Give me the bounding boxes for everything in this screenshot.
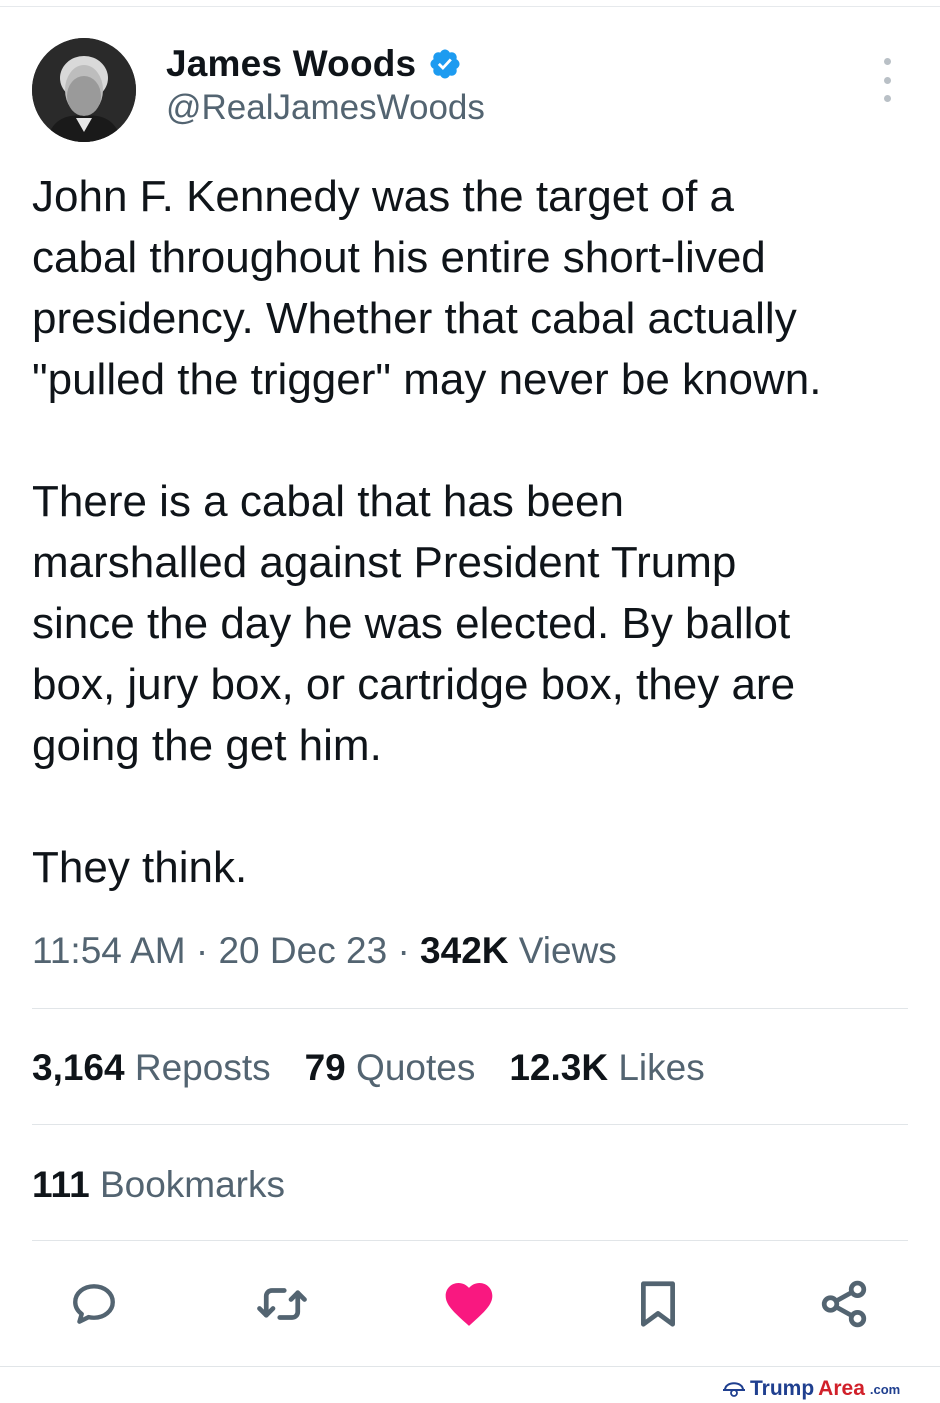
like-icon[interactable]	[441, 1276, 497, 1332]
bookmarks-count: 111	[32, 1164, 90, 1205]
tweet-meta: 11:54 AM · 20 Dec 23 · 342K Views	[32, 930, 617, 972]
top-divider	[0, 6, 940, 7]
tweet-time[interactable]: 11:54 AM	[32, 930, 186, 971]
avatar[interactable]	[32, 38, 136, 142]
verified-badge-icon	[428, 47, 462, 81]
watermark-brand-part2: Area	[818, 1377, 865, 1400]
views-label: Views	[518, 930, 617, 971]
tweet-text: John F. Kennedy was the target of a caba…	[32, 172, 822, 892]
likes-count: 12.3K	[509, 1047, 609, 1088]
watermark-hat-icon	[722, 1375, 746, 1403]
reposts-stat[interactable]: 3,164 Reposts	[32, 1047, 271, 1089]
author-name-row: James Woods	[166, 40, 462, 88]
quotes-label: Quotes	[356, 1047, 476, 1088]
watermark-logo: Trump Area .com	[722, 1377, 900, 1401]
quotes-count: 79	[304, 1047, 346, 1088]
likes-label: Likes	[618, 1047, 705, 1088]
bookmarks-stat[interactable]: 111 Bookmarks	[32, 1164, 285, 1206]
bottom-divider	[0, 1366, 940, 1367]
divider	[32, 1008, 908, 1009]
reposts-label: Reposts	[134, 1047, 271, 1088]
more-options-icon[interactable]	[872, 58, 902, 102]
divider	[32, 1124, 908, 1125]
meta-separator: ·	[397, 930, 410, 971]
reply-icon[interactable]	[66, 1276, 122, 1332]
engagement-stats: 3,164 Reposts 79 Quotes 12.3K Likes	[32, 1047, 705, 1089]
views-count: 342K	[420, 930, 509, 971]
author-display-name[interactable]: James Woods	[166, 43, 416, 85]
quotes-stat[interactable]: 79 Quotes	[305, 1047, 476, 1089]
meta-separator: ·	[195, 930, 209, 971]
author-handle[interactable]: @RealJamesWoods	[166, 88, 485, 128]
watermark-brand-suffix: .com	[869, 1381, 901, 1397]
bookmark-icon[interactable]	[630, 1276, 686, 1332]
share-icon[interactable]	[816, 1276, 872, 1332]
repost-icon[interactable]	[254, 1276, 310, 1332]
reposts-count: 3,164	[32, 1047, 125, 1088]
watermark-brand-part1: Trump	[750, 1377, 815, 1400]
likes-stat[interactable]: 12.3K Likes	[509, 1047, 704, 1089]
tweet-date[interactable]: 20 Dec 23	[218, 930, 387, 971]
divider	[32, 1240, 908, 1241]
bookmarks-label: Bookmarks	[99, 1164, 285, 1205]
